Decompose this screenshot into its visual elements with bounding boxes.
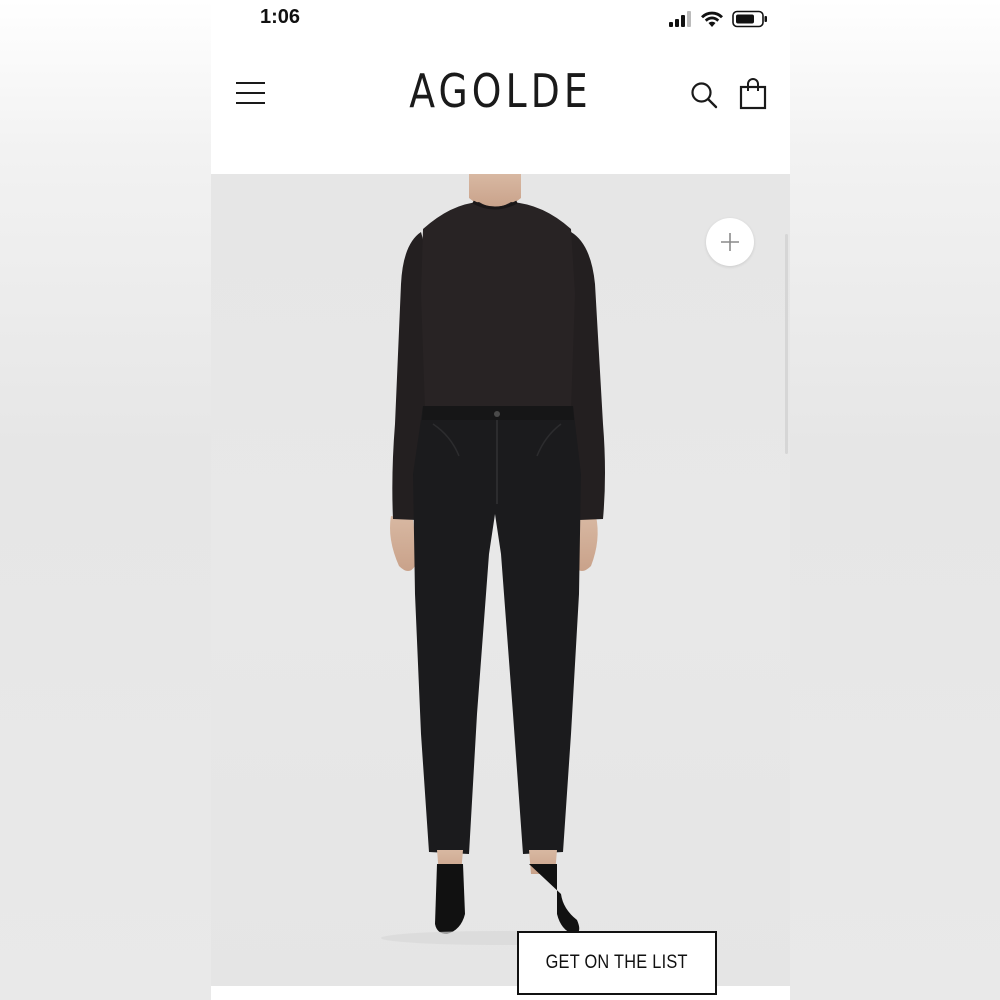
search-icon xyxy=(691,82,718,109)
cta-label: GET ON THE LIST xyxy=(545,952,689,973)
get-on-the-list-button[interactable]: GET ON THE LIST xyxy=(517,931,717,995)
status-time: 1:06 xyxy=(260,6,301,28)
search-button[interactable] xyxy=(689,80,719,110)
site-header: AGOLDE xyxy=(211,40,790,174)
product-image[interactable] xyxy=(211,174,790,986)
right-background xyxy=(790,0,1000,1000)
left-background xyxy=(0,0,211,1000)
gallery-scrollbar[interactable] xyxy=(785,234,788,454)
status-icons xyxy=(668,9,768,29)
shopping-bag-icon xyxy=(739,78,767,110)
status-bar: 1:06 xyxy=(211,0,790,40)
brand-logo[interactable]: AGOLDE xyxy=(263,64,738,118)
cart-button[interactable] xyxy=(738,78,768,110)
cellular-signal-icon xyxy=(669,11,691,27)
plus-icon xyxy=(721,233,739,251)
model-photo xyxy=(381,174,621,945)
phone-screen: 1:06 AGOLDE xyxy=(211,0,790,1000)
zoom-button[interactable] xyxy=(706,218,754,266)
battery-icon xyxy=(732,10,767,28)
wifi-icon xyxy=(701,11,723,27)
